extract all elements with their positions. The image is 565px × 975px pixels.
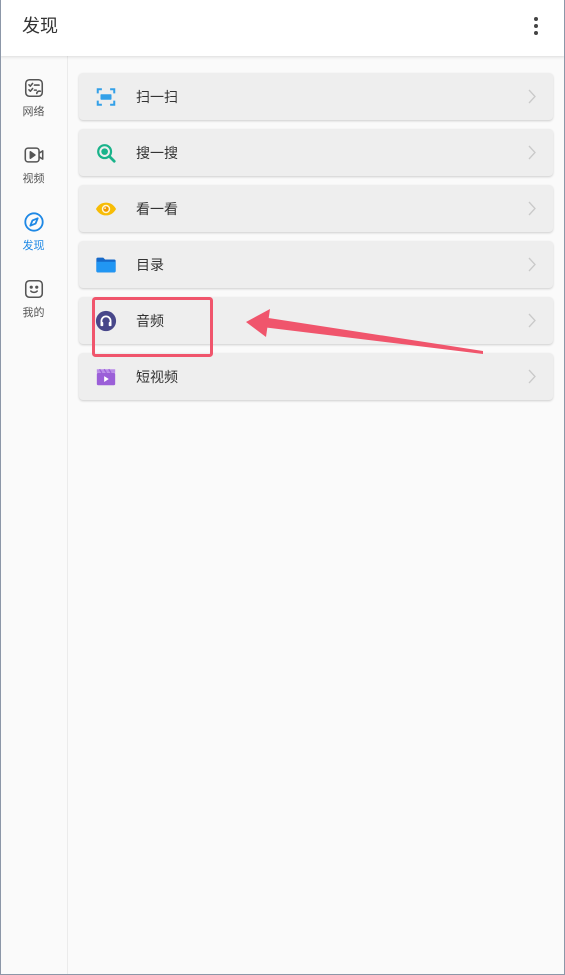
eye-icon: [95, 198, 117, 220]
list-item-audio[interactable]: 音频: [79, 297, 553, 344]
list-item-scan[interactable]: 扫一扫: [79, 73, 553, 120]
app-header: 发现: [0, 0, 565, 56]
chevron-right-icon: [528, 257, 536, 272]
list-item-search[interactable]: 搜一搜: [79, 129, 553, 176]
folder-icon: [95, 254, 117, 276]
smiley-icon: [23, 278, 45, 300]
list-item-label: 短视频: [136, 368, 178, 385]
page-title: 发现: [22, 16, 58, 36]
more-menu-button[interactable]: [528, 14, 544, 38]
list-item-label: 看一看: [136, 200, 178, 217]
list-item-short-video[interactable]: 短视频: [79, 353, 553, 400]
headphones-icon: [95, 310, 117, 332]
search-icon: [95, 142, 117, 164]
chevron-right-icon: [528, 145, 536, 160]
sidebar-item-label: 视频: [22, 173, 45, 185]
short-video-icon: [95, 366, 117, 388]
sidebar-item-network[interactable]: 网络: [0, 56, 67, 123]
sidebar-item-discover[interactable]: 发现: [0, 190, 67, 257]
chevron-right-icon: [528, 201, 536, 216]
list-item-label: 目录: [136, 256, 164, 273]
list-item-label: 音频: [136, 312, 164, 329]
list-item-look[interactable]: 看一看: [79, 185, 553, 232]
sidebar-item-label: 网络: [22, 106, 45, 118]
checklist-icon: [23, 77, 45, 99]
more-vert-icon: [534, 17, 538, 35]
sidebar-nav: 网络 视频 发现 我的: [0, 56, 68, 975]
chevron-right-icon: [528, 313, 536, 328]
scan-icon: [95, 86, 117, 108]
list-item-directory[interactable]: 目录: [79, 241, 553, 288]
chevron-right-icon: [528, 369, 536, 384]
sidebar-item-mine[interactable]: 我的: [0, 257, 67, 324]
sidebar-item-label: 我的: [22, 307, 45, 319]
video-icon: [23, 144, 45, 166]
list-item-label: 搜一搜: [136, 144, 178, 161]
list-group-tools: 扫一扫 搜一搜 看一看: [79, 73, 553, 232]
compass-icon: [23, 211, 45, 233]
chevron-right-icon: [528, 89, 536, 104]
sidebar-item-video[interactable]: 视频: [0, 123, 67, 190]
list-group-media: 目录 音频 短视频: [79, 241, 553, 400]
discover-list: 扫一扫 搜一搜 看一看 目录 音频 短视频: [79, 73, 553, 409]
sidebar-item-label: 发现: [22, 240, 45, 252]
list-item-label: 扫一扫: [136, 88, 178, 105]
